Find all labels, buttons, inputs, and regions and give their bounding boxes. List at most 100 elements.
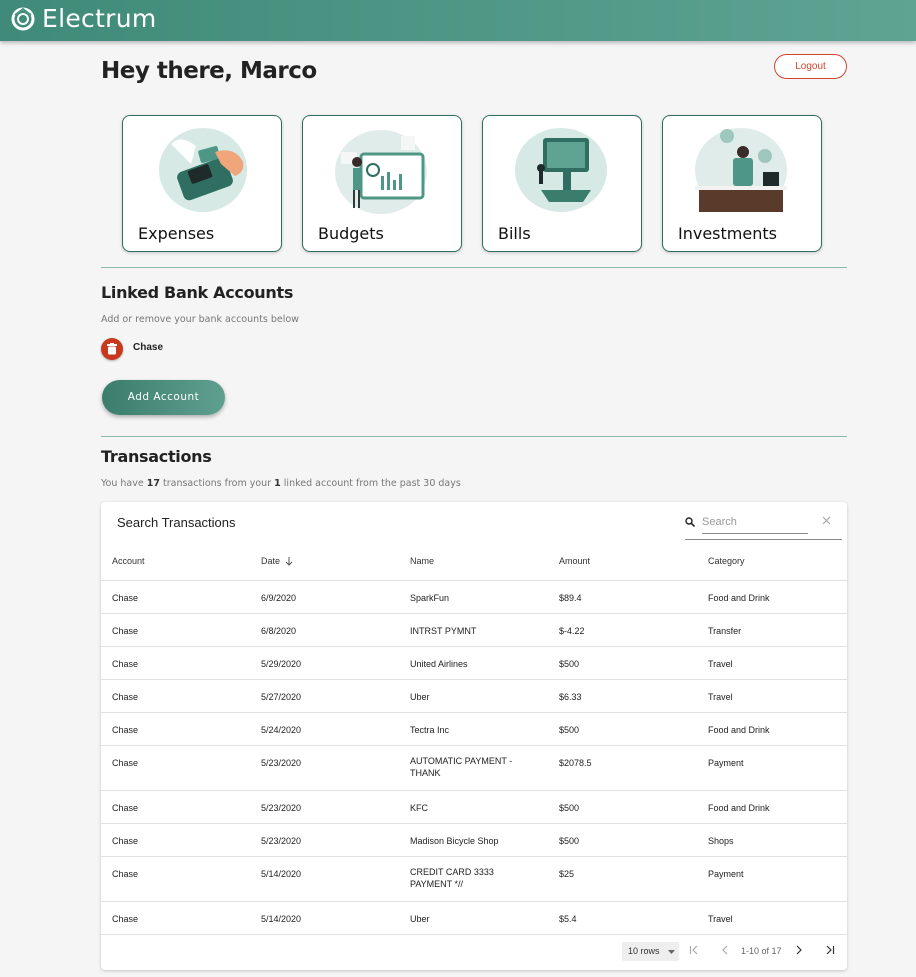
table-row[interactable]: Chase 5/14/2020 CREDIT CARD 3333 PAYMENT *… (101, 856, 847, 901)
table-footer-divider (101, 934, 847, 935)
cell-amount: $-4.22 (559, 626, 585, 636)
card-label-bills: Bills (498, 224, 531, 243)
card-investments[interactable]: Investments (662, 115, 822, 252)
cell-account: Chase (112, 914, 139, 924)
cell-account: Chase (112, 869, 139, 879)
logout-button[interactable]: Logout (774, 54, 847, 79)
cell-category: Transfer (708, 626, 742, 636)
remove-account-button[interactable] (101, 338, 123, 360)
cell-account: Chase (112, 803, 139, 813)
cell-amount: $2078.5 (559, 758, 592, 768)
cell-account: Chase (112, 692, 139, 702)
chevron-down-icon (668, 950, 675, 954)
chart-board-illustration-icon (335, 130, 427, 214)
cell-category: Travel (708, 692, 733, 702)
cell-date: 5/23/2020 (261, 836, 302, 846)
cell-amount: $89.4 (559, 593, 582, 603)
cell-name: INTRST PYMNT (410, 626, 477, 636)
cell-category: Payment (708, 869, 744, 879)
card-bills[interactable]: Bills (482, 115, 642, 252)
cell-name: CREDIT CARD 3333 PAYMENT *// (410, 867, 494, 889)
cell-amount: $5.4 (559, 914, 577, 924)
cell-name: SparkFun (410, 593, 450, 603)
add-account-button[interactable]: Add Account (102, 380, 225, 415)
payment-terminal-illustration-icon (159, 128, 247, 212)
previous-page-icon[interactable] (721, 945, 729, 955)
column-header-category[interactable]: Category (708, 556, 745, 566)
column-header-name[interactable]: Name (410, 556, 530, 566)
summary-prefix: You have (101, 478, 147, 489)
linked-accounts-title: Linked Bank Accounts (101, 283, 294, 302)
cell-date: 5/23/2020 (261, 758, 302, 768)
page-range: 1-10 of 17 (741, 946, 782, 956)
table-row[interactable]: Chase 5/23/2020 AUTOMATIC PAYMENT - THANK $… (101, 745, 847, 790)
cell-date: 5/24/2020 (261, 725, 302, 735)
table-row[interactable]: Chase 6/8/2020 INTRST PYMNT $-4.22 Transfer (101, 613, 847, 646)
transaction-count: 17 (146, 478, 160, 489)
top-app-bar: Electrum (0, 0, 916, 41)
cell-category: Shops (708, 836, 734, 846)
brand-name[interactable]: Electrum (42, 4, 157, 33)
clear-search-icon[interactable] (822, 516, 831, 525)
search-icon (685, 517, 695, 527)
cell-date: 5/14/2020 (261, 914, 302, 924)
cell-name: Madison Bicycle Shop (410, 836, 499, 846)
cell-amount: $500 (559, 725, 580, 735)
cell-category: Food and Drink (708, 725, 770, 735)
table-row[interactable]: Chase 5/14/2020 Uber $5.4 Travel (101, 901, 847, 934)
card-budgets[interactable]: Budgets (302, 115, 462, 252)
search-underline (685, 539, 842, 540)
card-label-expenses: Expenses (138, 224, 215, 243)
cell-name: AUTOMATIC PAYMENT - THANK (410, 756, 513, 778)
cell-date: 6/8/2020 (261, 626, 297, 636)
summary-suffix: linked account from the past 30 days (280, 478, 461, 489)
last-page-icon[interactable] (825, 945, 835, 955)
cell-account: Chase (112, 659, 139, 669)
table-row[interactable]: Chase 5/27/2020 Uber $6.33 Travel (101, 679, 847, 712)
cell-account: Chase (112, 626, 139, 636)
column-header-account[interactable]: Account (112, 556, 145, 566)
computer-illustration-icon (515, 128, 607, 212)
table-row[interactable]: Chase 5/23/2020 Madison Bicycle Shop $500 Sh… (101, 823, 847, 856)
cell-name: Uber (410, 692, 430, 702)
cell-category: Payment (708, 758, 744, 768)
investor-desk-illustration-icon (695, 128, 787, 212)
trash-icon (107, 343, 117, 355)
table-row[interactable]: Chase 5/24/2020 Tectra Inc $500 Food and Dri… (101, 712, 847, 745)
cell-account: Chase (112, 758, 139, 768)
cell-name: Tectra Inc (410, 725, 450, 735)
transactions-title: Transactions (101, 447, 212, 466)
cell-category: Food and Drink (708, 593, 770, 603)
sort-descending-icon[interactable] (285, 557, 293, 566)
section-divider (101, 267, 847, 268)
table-row[interactable]: Chase 5/23/2020 KFC $500 Food and Drink (101, 790, 847, 823)
cell-account: Chase (112, 725, 139, 735)
column-header-amount[interactable]: Amount (559, 556, 590, 566)
cell-amount: $500 (559, 836, 580, 846)
rows-per-page-select[interactable]: 10 rows (622, 942, 679, 961)
cell-name: Uber (410, 914, 430, 924)
card-expenses[interactable]: Expenses (122, 115, 282, 252)
cell-date: 5/14/2020 (261, 869, 302, 879)
cell-category: Food and Drink (708, 803, 770, 813)
cell-name: United Airlines (410, 659, 468, 669)
cell-amount: $6.33 (559, 692, 582, 702)
column-header-date[interactable]: Date (261, 556, 280, 566)
cell-date: 5/27/2020 (261, 692, 302, 702)
cell-date: 5/29/2020 (261, 659, 302, 669)
summary-mid: transactions from your (159, 478, 275, 489)
cell-amount: $500 (559, 803, 580, 813)
transactions-summary: You have 17 transactions from your 1 lin… (101, 478, 461, 489)
cell-date: 6/9/2020 (261, 593, 297, 603)
first-page-icon[interactable] (689, 945, 699, 955)
greeting-heading: Hey there, Marco (101, 58, 317, 84)
rows-per-page-value: 10 rows (628, 946, 660, 956)
table-row[interactable]: Chase 6/9/2020 SparkFun $89.4 Food and Drink (101, 580, 847, 613)
cell-account: Chase (112, 836, 139, 846)
search-input[interactable] (702, 510, 808, 534)
next-page-icon[interactable] (795, 945, 803, 955)
electrum-logo-icon (11, 7, 35, 31)
cell-amount: $25 (559, 869, 575, 879)
table-title: Search Transactions (117, 515, 236, 530)
table-row[interactable]: Chase 5/29/2020 United Airlines $500 Travel (101, 646, 847, 679)
